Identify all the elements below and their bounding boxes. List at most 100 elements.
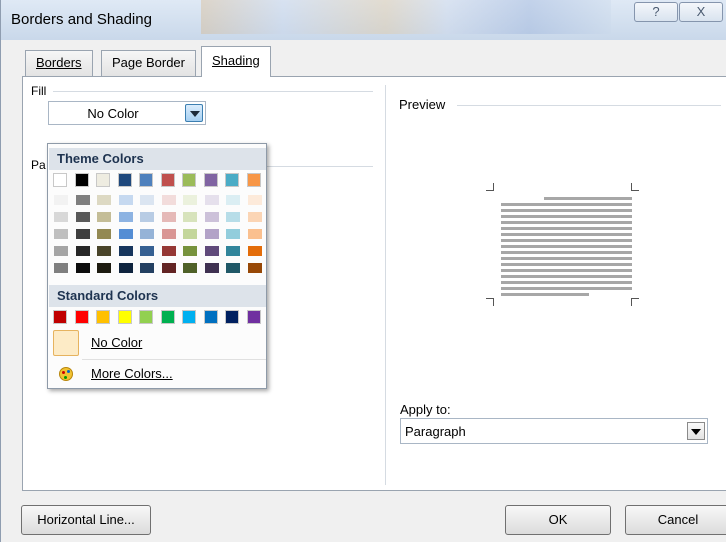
theme-shade-swatch[interactable] — [247, 195, 262, 205]
standard-color-swatch[interactable] — [74, 310, 89, 324]
theme-shade-swatch[interactable] — [54, 195, 68, 205]
theme-shade-swatch[interactable] — [161, 212, 176, 222]
color-palette-icon — [59, 367, 73, 381]
dialog-title: Borders and Shading — [11, 11, 152, 28]
standard-color-swatch[interactable] — [160, 310, 175, 324]
theme-shade-swatch[interactable] — [75, 212, 90, 222]
theme-shade-swatch[interactable] — [140, 195, 154, 205]
theme-shade-swatch[interactable] — [140, 212, 154, 222]
theme-shade-swatch[interactable] — [97, 246, 111, 256]
standard-color-swatch[interactable] — [225, 310, 239, 324]
theme-shade-swatch[interactable] — [97, 195, 111, 205]
fill-color-select[interactable]: No Color — [48, 101, 206, 125]
horizontal-line-button[interactable]: Horizontal Line... — [21, 505, 151, 535]
theme-shade-swatch[interactable] — [140, 229, 154, 239]
theme-shade-swatch[interactable] — [97, 212, 111, 222]
standard-color-swatch[interactable] — [53, 310, 67, 324]
theme-shade-swatch[interactable] — [183, 212, 197, 222]
standard-color-swatch[interactable] — [182, 310, 196, 324]
theme-shade-swatch[interactable] — [226, 195, 240, 205]
borders-and-shading-dialog: Borders and Shading ? X Borders Page Bor… — [0, 0, 726, 542]
theme-shade-swatch[interactable] — [183, 195, 197, 205]
theme-shade-swatch[interactable] — [54, 263, 68, 273]
help-icon: ? — [652, 4, 660, 19]
theme-shade-swatch[interactable] — [247, 246, 262, 256]
theme-shade-swatch[interactable] — [204, 229, 219, 239]
theme-shade-swatch[interactable] — [226, 212, 240, 222]
theme-shade-swatch[interactable] — [226, 229, 240, 239]
preview-line — [544, 197, 632, 200]
theme-color-swatch[interactable] — [182, 173, 196, 187]
theme-color-swatch[interactable] — [74, 173, 89, 187]
theme-shade-swatch[interactable] — [75, 246, 90, 256]
theme-shade-swatch[interactable] — [118, 195, 133, 205]
fill-group-label: Fill — [31, 84, 47, 98]
theme-shade-swatch[interactable] — [204, 212, 219, 222]
theme-shade-swatch[interactable] — [247, 263, 262, 273]
theme-shade-swatch[interactable] — [161, 246, 176, 256]
theme-shade-swatch[interactable] — [161, 195, 176, 205]
standard-color-swatch[interactable] — [203, 310, 218, 324]
apply-to-select[interactable]: Paragraph — [400, 418, 708, 444]
cancel-button[interactable]: Cancel — [625, 505, 726, 535]
standard-color-swatch[interactable] — [96, 310, 110, 324]
more-colors-item[interactable]: More Colors... — [49, 359, 266, 389]
theme-shade-swatch[interactable] — [226, 246, 240, 256]
theme-shade-swatch[interactable] — [247, 229, 262, 239]
theme-shade-swatch[interactable] — [75, 195, 90, 205]
preview-line — [501, 275, 632, 278]
tab-borders[interactable]: Borders — [25, 50, 93, 76]
theme-shade-swatch[interactable] — [183, 246, 197, 256]
theme-shade-swatch[interactable] — [247, 212, 262, 222]
theme-shade-swatch[interactable] — [140, 246, 154, 256]
tab-shading[interactable]: Shading — [201, 46, 271, 77]
standard-color-swatch[interactable] — [139, 310, 153, 324]
theme-shade-swatch[interactable] — [161, 263, 176, 273]
preview-line — [501, 245, 632, 248]
preview-line — [501, 293, 589, 296]
more-colors-label: More Colors... — [91, 366, 173, 381]
theme-shade-swatch[interactable] — [204, 263, 219, 273]
theme-shade-swatch[interactable] — [183, 229, 197, 239]
theme-color-swatch[interactable] — [246, 173, 261, 187]
apply-to-dropdown-arrow[interactable] — [687, 422, 705, 440]
standard-color-swatch[interactable] — [117, 310, 132, 324]
preview-line — [501, 269, 632, 272]
theme-shade-swatch[interactable] — [97, 229, 111, 239]
help-button[interactable]: ? — [634, 2, 678, 22]
no-color-item[interactable]: No Color — [49, 328, 266, 358]
tab-page-border[interactable]: Page Border — [101, 50, 196, 76]
theme-shade-swatch[interactable] — [54, 246, 68, 256]
theme-color-swatch[interactable] — [53, 173, 67, 187]
crop-mark-bottom-left — [486, 298, 494, 306]
fill-color-value: No Color — [87, 106, 139, 121]
theme-color-swatch[interactable] — [160, 173, 175, 187]
theme-shade-swatch[interactable] — [118, 246, 133, 256]
standard-color-swatch[interactable] — [246, 310, 261, 324]
theme-color-swatch[interactable] — [203, 173, 218, 187]
theme-shade-swatch[interactable] — [161, 229, 176, 239]
theme-shade-swatch[interactable] — [118, 263, 133, 273]
theme-color-swatch[interactable] — [96, 173, 110, 187]
theme-shade-swatch[interactable] — [204, 246, 219, 256]
close-button[interactable]: X — [679, 2, 723, 22]
theme-shade-swatch[interactable] — [226, 263, 240, 273]
fill-dropdown-arrow[interactable] — [185, 104, 203, 122]
theme-shade-swatch[interactable] — [140, 263, 154, 273]
theme-shade-swatch[interactable] — [54, 229, 68, 239]
theme-shade-swatch[interactable] — [118, 212, 133, 222]
theme-shade-swatch[interactable] — [54, 212, 68, 222]
crop-mark-top-left — [486, 183, 494, 191]
theme-shade-swatch[interactable] — [183, 263, 197, 273]
theme-shade-swatch[interactable] — [75, 263, 90, 273]
theme-color-swatch[interactable] — [117, 173, 132, 187]
preview-line — [501, 251, 632, 254]
ok-button[interactable]: OK — [505, 505, 611, 535]
theme-color-swatch[interactable] — [225, 173, 239, 187]
theme-shade-swatch[interactable] — [97, 263, 111, 273]
theme-shade-swatch[interactable] — [118, 229, 133, 239]
theme-color-swatch[interactable] — [139, 173, 153, 187]
theme-shade-swatch[interactable] — [204, 195, 219, 205]
theme-shade-swatch[interactable] — [75, 229, 90, 239]
preview-line — [501, 281, 632, 284]
